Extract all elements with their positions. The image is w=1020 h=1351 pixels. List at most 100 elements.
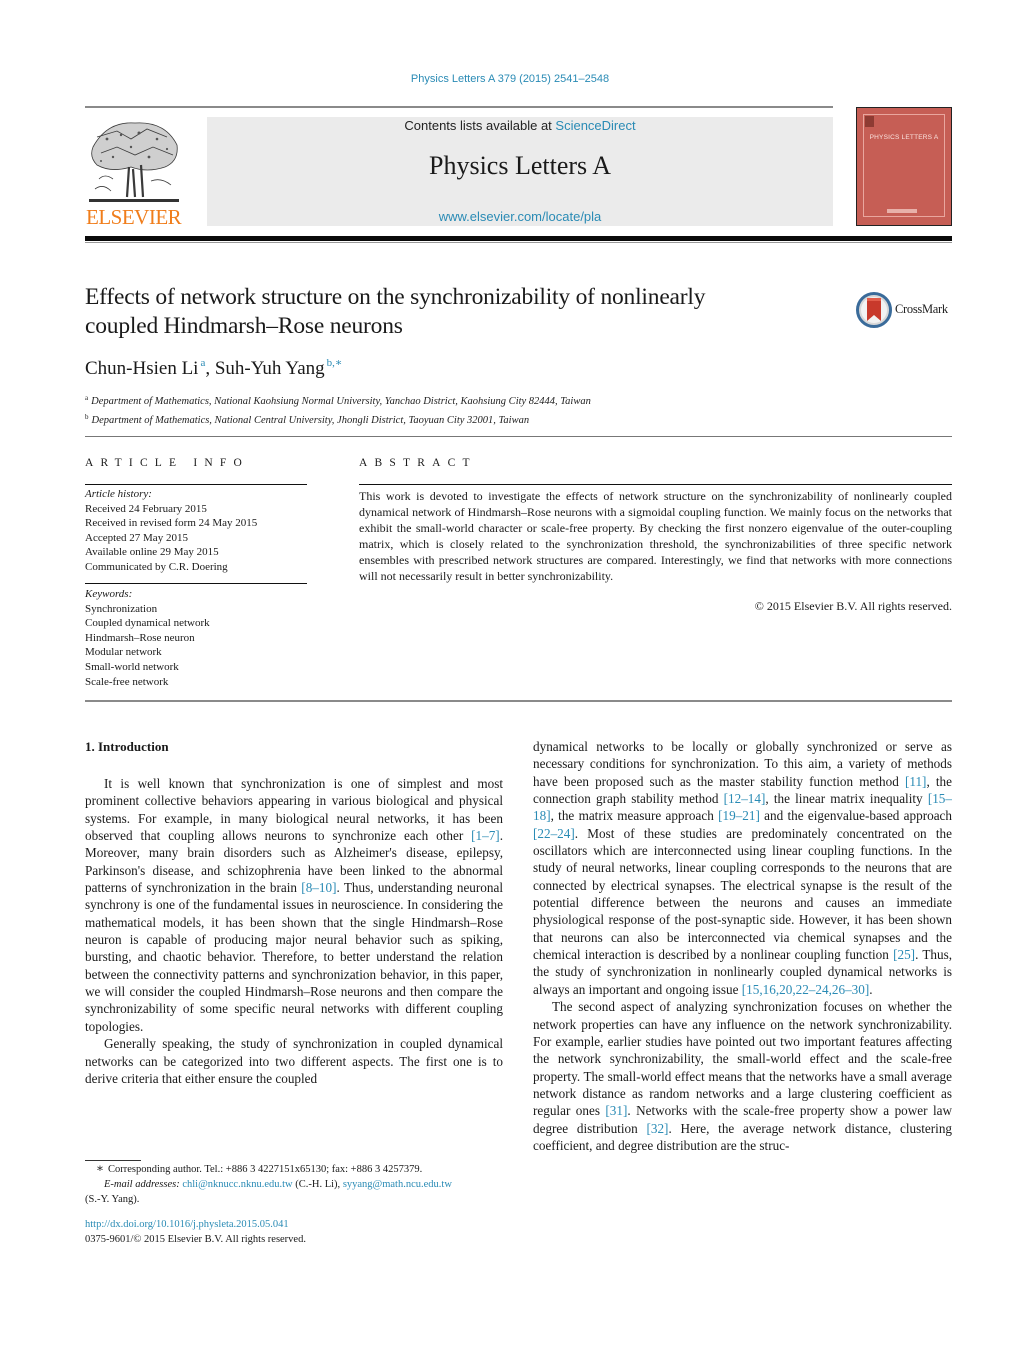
journal-masthead: Contents lists available at ScienceDirec…: [207, 117, 833, 226]
citation-link[interactable]: [11]: [905, 774, 926, 789]
footnote: ∗ Corresponding author. Tel.: +886 3 4227…: [85, 1161, 505, 1207]
header-thin-rule: [85, 242, 952, 243]
author-affiliation-mark[interactable]: b,∗: [327, 357, 343, 369]
article-history: Article history: Received 24 February 20…: [85, 487, 307, 575]
citation-link[interactable]: [31]: [605, 1103, 627, 1118]
crossmark-icon: [856, 292, 892, 328]
history-item: Communicated by C.R. Doering: [85, 560, 228, 573]
journal-cover-image[interactable]: PHYSICS LETTERS A: [856, 107, 952, 226]
keyword-item: Small-world network: [85, 660, 179, 673]
cover-footer-mark: [887, 209, 917, 213]
keywords-rule: [85, 583, 307, 584]
affiliation-item: a Department of Mathematics, National Kao…: [85, 391, 591, 410]
body-text: , the matrix measure approach: [550, 808, 719, 824]
citation-link[interactable]: [15,16,20,22–24,26–30]: [742, 982, 869, 997]
body-text: dynamical networks to be locally or glob…: [533, 739, 952, 789]
affiliation-mark: a: [85, 394, 89, 402]
keyword-item: Scale-free network: [85, 675, 169, 688]
corresponding-author-text: Corresponding author. Tel.: +886 3 42271…: [108, 1164, 423, 1175]
body-text: Generally speaking, the study of synchro…: [85, 1036, 503, 1086]
affiliation-text: Department of Mathematics, National Kaoh…: [91, 396, 591, 407]
sciencedirect-link[interactable]: ScienceDirect: [555, 118, 635, 133]
contents-prefix: Contents lists available at: [404, 118, 556, 133]
author-name[interactable]: Suh-Yuh Yang: [215, 358, 325, 379]
body-text: It is well known that synchronization is…: [85, 776, 503, 844]
article-info-rule: [85, 484, 307, 485]
abstract-heading: ABSTRACT: [359, 457, 477, 469]
abstract-rule: [359, 484, 952, 485]
body-column-right: dynamical networks to be locally or glob…: [533, 738, 952, 1207]
header-top-rule: [85, 106, 833, 108]
citation-link[interactable]: [22–24]: [533, 826, 575, 841]
citation-link[interactable]: [25]: [893, 947, 915, 962]
doi-block: http://dx.doi.org/10.1016/j.physleta.201…: [85, 1218, 306, 1247]
section-heading-introduction: 1. Introduction: [85, 739, 169, 754]
elsevier-wordmark: ELSEVIER: [86, 205, 182, 229]
abstract-copyright: © 2015 Elsevier B.V. All rights reserved…: [754, 599, 952, 613]
history-item: Available online 29 May 2015: [85, 546, 219, 559]
issn-copyright: 0375-9601/© 2015 Elsevier B.V. All right…: [85, 1233, 306, 1245]
keywords: Keywords: Synchronization Coupled dynami…: [85, 587, 307, 689]
cover-title: PHYSICS LETTERS A: [869, 134, 939, 141]
email-link[interactable]: syyang@math.ncu.edu.tw: [343, 1179, 452, 1190]
cover-frame: [863, 114, 945, 217]
citation-link[interactable]: [8–10]: [301, 880, 336, 895]
doi-link[interactable]: http://dx.doi.org/10.1016/j.physleta.201…: [85, 1219, 289, 1230]
abstract-bottom-rule: [85, 700, 952, 702]
email-owner: (S.-Y. Yang).: [85, 1194, 140, 1205]
journal-reference[interactable]: Physics Letters A 379 (2015) 2541–2548: [0, 73, 1020, 85]
elsevier-tree-icon: [87, 117, 181, 205]
body-text: . Most of these studies are predominatel…: [533, 825, 952, 963]
email-line: E-mail addresses: chli@nknucc.nknu.edu.t…: [85, 1177, 505, 1192]
cover-emblem-icon: [865, 116, 874, 127]
keyword-item: Synchronization: [85, 602, 158, 615]
keywords-label: Keywords:: [85, 588, 133, 600]
author-list: Chun-Hsien Li a, Suh-Yuh Yang b,∗: [85, 356, 342, 380]
email-owner: (C.-H. Li),: [292, 1179, 343, 1190]
elsevier-logo[interactable]: ELSEVIER: [85, 115, 185, 229]
history-item: Accepted 27 May 2015: [85, 531, 188, 544]
paragraph: It is well known that synchronization is…: [85, 775, 503, 1035]
citation-link[interactable]: [12–14]: [724, 791, 766, 806]
body-text: .: [869, 981, 873, 997]
history-item: Received 24 February 2015: [85, 502, 207, 515]
corresponding-author-note: ∗ Corresponding author. Tel.: +886 3 4227…: [85, 1161, 505, 1177]
paragraph: dynamical networks to be locally or glob…: [533, 738, 952, 998]
paragraph: The second aspect of analyzing synchroni…: [533, 998, 952, 1154]
article-history-label: Article history:: [85, 488, 152, 500]
header-thick-rule: [85, 236, 952, 241]
title-block-rule: [85, 436, 952, 437]
affiliation-item: b Department of Mathematics, National Cen…: [85, 410, 591, 429]
author-name[interactable]: Chun-Hsien Li: [85, 358, 198, 379]
journal-title: Physics Letters A: [429, 151, 611, 180]
keyword-item: Coupled dynamical network: [85, 617, 210, 630]
body-column-left: It is well known that synchronization is…: [85, 775, 503, 1087]
body-text: , the linear matrix inequality: [765, 791, 928, 807]
keyword-item: Hindmarsh–Rose neuron: [85, 631, 195, 644]
history-item: Received in revised form 24 May 2015: [85, 517, 258, 530]
affiliation-text: Department of Mathematics, National Cent…: [91, 414, 530, 426]
citation-link[interactable]: [19–21]: [718, 808, 760, 823]
affiliations: a Department of Mathematics, National Kao…: [85, 391, 591, 428]
article-title-line-1: Effects of network structure on the sync…: [85, 284, 706, 310]
affiliation-mark: b: [85, 412, 89, 421]
article-info-heading: ARTICLE INFO: [85, 457, 249, 469]
article-title-line-2: coupled Hindmarsh–Rose neurons: [85, 313, 403, 339]
crossmark-label: CrossMark: [895, 302, 948, 316]
body-text: The second aspect of analyzing synchroni…: [533, 999, 952, 1119]
citation-link[interactable]: [1–7]: [471, 828, 500, 843]
body-text: . Thus, understanding neuronal synchrony…: [85, 880, 503, 1034]
email-label: E-mail addresses:: [104, 1179, 183, 1190]
author-separator: ,: [205, 358, 215, 379]
paragraph: Generally speaking, the study of synchro…: [85, 1035, 503, 1087]
contents-line: Contents lists available at ScienceDirec…: [207, 118, 833, 133]
journal-homepage-link[interactable]: www.elsevier.com/locate/pla: [207, 209, 833, 224]
email-link[interactable]: chli@nknucc.nknu.edu.tw: [182, 1179, 292, 1190]
abstract-text: This work is devoted to investigate the …: [359, 489, 952, 584]
crossmark-button[interactable]: CrossMark: [856, 292, 956, 328]
keyword-item: Modular network: [85, 646, 162, 659]
footnote-star: ∗: [95, 1161, 104, 1175]
citation-link[interactable]: [32]: [646, 1121, 668, 1136]
article-title: Effects of network structure on the sync…: [85, 283, 825, 341]
body-text: and the eigenvalue-based approach: [759, 808, 952, 824]
